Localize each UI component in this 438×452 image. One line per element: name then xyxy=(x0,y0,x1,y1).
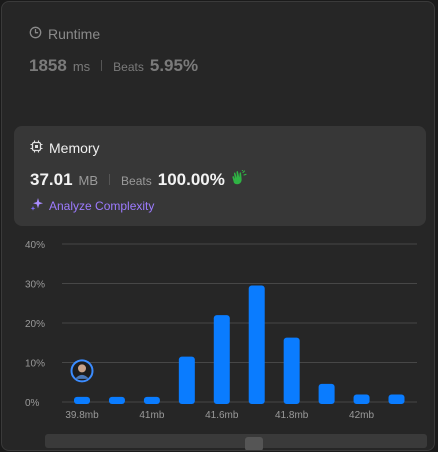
chip-icon xyxy=(30,140,43,156)
memory-beats-value: 100.00% xyxy=(157,170,225,189)
chart-bar xyxy=(143,396,160,404)
runtime-value: 1858 xyxy=(29,56,67,75)
analyze-complexity-button[interactable]: Analyze Complexity xyxy=(30,197,154,214)
sparkle-icon xyxy=(30,197,44,214)
runtime-stats: 1858 ms Beats 5.95% xyxy=(29,56,409,76)
clock-icon xyxy=(29,26,42,42)
chart-bar xyxy=(213,315,230,404)
divider xyxy=(109,174,111,185)
memory-header: Memory xyxy=(30,140,100,156)
y-tick-label: 10% xyxy=(25,359,45,370)
memory-distribution-chart: 40% 30% 20% 10% 0% 39.8mb 41mb 41.6mb 41.8mb 42mb xyxy=(25,240,417,421)
x-tick-label: 41.8mb xyxy=(275,410,309,421)
chart-bar xyxy=(108,396,125,404)
memory-unit: MB xyxy=(78,173,99,188)
y-tick-label: 0% xyxy=(25,398,40,409)
divider xyxy=(101,60,103,71)
runtime-title: Runtime xyxy=(48,26,101,42)
y-tick-label: 20% xyxy=(25,319,45,330)
runtime-unit: ms xyxy=(72,59,91,74)
y-tick-label: 40% xyxy=(25,240,45,251)
chart-bar xyxy=(178,356,195,404)
runtime-beats-label: Beats xyxy=(113,60,144,74)
avatar-face xyxy=(78,364,86,373)
chart-bar xyxy=(248,285,265,404)
memory-beats-label: Beats xyxy=(121,174,152,188)
chart-bar xyxy=(74,396,90,404)
chart-bar xyxy=(283,337,300,404)
x-tick-label: 39.8mb xyxy=(65,410,99,421)
y-tick-label: 30% xyxy=(25,280,45,291)
memory-value: 37.01 xyxy=(30,170,73,189)
chart-scrollbar[interactable] xyxy=(45,434,427,450)
x-tick-label: 42mb xyxy=(349,410,374,421)
analyze-complexity-label: Analyze Complexity xyxy=(49,198,155,213)
memory-title: Memory xyxy=(49,140,100,156)
clap-icon xyxy=(231,169,247,190)
memory-card[interactable]: Memory 37.01 MB Beats 100.00% Analyze Co… xyxy=(14,126,426,226)
submission-panel: Runtime 1858 ms Beats 5.95% Memory 37.01… xyxy=(1,1,435,451)
runtime-beats-value: 5.95% xyxy=(149,56,199,75)
chart-bar xyxy=(318,383,335,404)
runtime-header: Runtime xyxy=(29,26,409,42)
chart-bar xyxy=(353,394,370,404)
runtime-section[interactable]: Runtime 1858 ms Beats 5.95% xyxy=(29,26,409,76)
chart-bar xyxy=(388,394,405,404)
memory-stats: 37.01 MB Beats 100.00% xyxy=(30,169,247,190)
scroll-thumb[interactable] xyxy=(245,437,263,450)
x-tick-label: 41.6mb xyxy=(205,410,239,421)
x-tick-label: 41mb xyxy=(139,410,164,421)
